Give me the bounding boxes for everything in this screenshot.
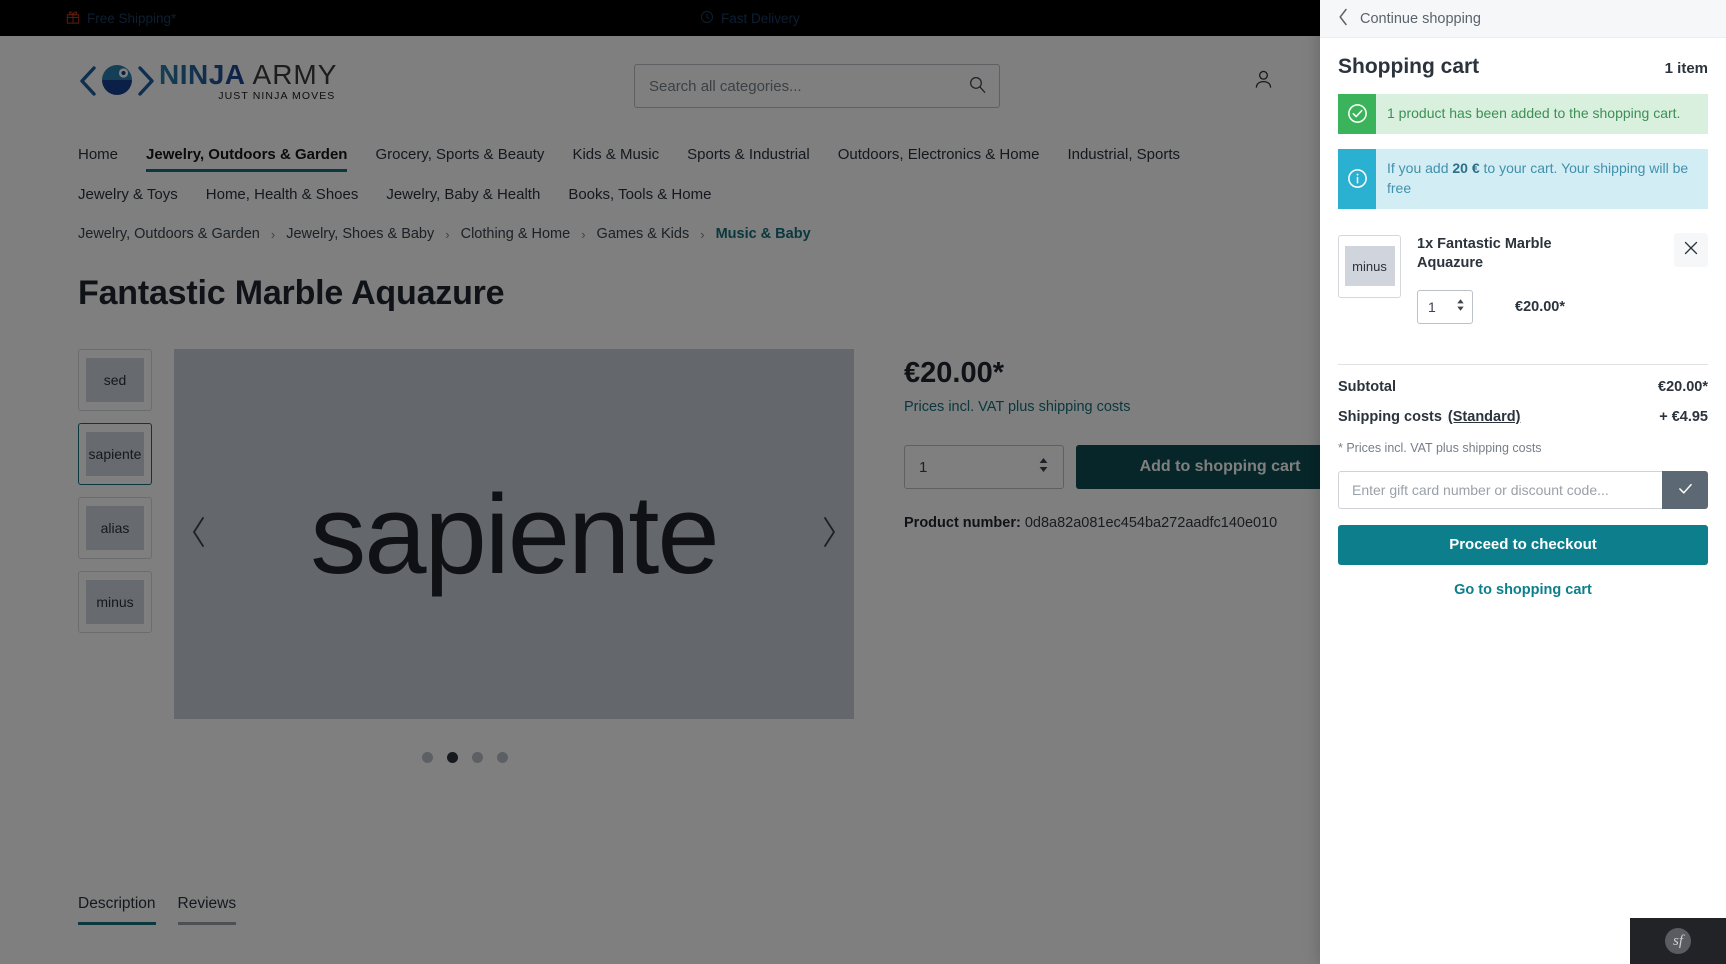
cart-info-text-bold: 20 €: [1452, 159, 1480, 176]
stepper-icon: [1456, 298, 1465, 315]
cart-vat-note: * Prices incl. VAT plus shipping costs: [1338, 440, 1542, 455]
cart-line-item: minus 1x Fantastic Marble Aquazure 1 €20…: [1338, 232, 1708, 324]
cart-item-remove-button[interactable]: [1674, 232, 1708, 267]
cart-shipping-value: + €4.95: [1659, 408, 1708, 425]
proceed-to-checkout-button[interactable]: Proceed to checkout: [1338, 524, 1708, 565]
cart-offcanvas: Continue shopping Shopping cart 1 item 1…: [1320, 0, 1726, 964]
cart-info-text-before: If you add: [1387, 159, 1453, 176]
cart-shipping-label: Shipping costs: [1338, 408, 1442, 425]
cart-item-quantity-value: 1: [1428, 298, 1436, 315]
app-root: Free Shipping* Fast Delivery: [0, 0, 1726, 964]
promo-code-row: [1338, 470, 1708, 509]
continue-shopping-label: Continue shopping: [1360, 10, 1481, 27]
dev-toolbar[interactable]: sf: [1630, 918, 1726, 964]
chevron-left-icon: [1338, 8, 1349, 30]
cart-info-alert: If you add 20 € to your cart. Your shipp…: [1338, 148, 1708, 209]
cart-body: Shopping cart 1 item 1 product has been …: [1320, 38, 1726, 598]
check-circle-icon: [1338, 94, 1376, 134]
cart-success-alert: 1 product has been added to the shopping…: [1338, 94, 1708, 134]
close-icon: [1683, 240, 1699, 259]
modal-backdrop[interactable]: [0, 0, 1320, 964]
cart-subtotal-label: Subtotal: [1338, 378, 1396, 395]
info-circle-icon: [1338, 148, 1376, 209]
cart-success-alert-text: 1 product has been added to the shopping…: [1376, 94, 1708, 134]
cart-item-count: 1 item: [1664, 60, 1708, 77]
cart-item-price: €20.00*: [1515, 298, 1565, 315]
cart-title: Shopping cart: [1338, 55, 1480, 78]
symfony-icon[interactable]: sf: [1665, 928, 1691, 954]
cart-item-controls: 1 €20.00*: [1417, 289, 1708, 324]
cart-summary-shipping: Shipping costs (Standard) + €4.95: [1338, 409, 1708, 425]
cart-divider: [1338, 363, 1708, 365]
go-to-shopping-cart-link[interactable]: Go to shopping cart: [1338, 582, 1708, 598]
promo-code-input[interactable]: [1338, 470, 1662, 509]
cart-info-alert-text: If you add 20 € to your cart. Your shipp…: [1376, 148, 1708, 209]
cart-summary-subtotal: Subtotal €20.00*: [1338, 379, 1708, 395]
cart-item-details: 1x Fantastic Marble Aquazure 1 €20.00*: [1417, 235, 1708, 324]
promo-code-submit-button[interactable]: [1662, 470, 1708, 509]
cart-item-thumbnail[interactable]: minus: [1338, 234, 1401, 298]
cart-item-thumbnail-label: minus: [1344, 246, 1395, 287]
check-icon: [1676, 479, 1695, 501]
cart-item-name[interactable]: 1x Fantastic Marble Aquazure: [1417, 235, 1587, 274]
cart-shipping-method-link[interactable]: (Standard): [1448, 409, 1521, 425]
continue-shopping-button[interactable]: Continue shopping: [1320, 0, 1726, 38]
cart-item-quantity-select[interactable]: 1: [1417, 289, 1473, 324]
cart-subtotal-value: €20.00*: [1658, 378, 1708, 395]
cart-header: Shopping cart 1 item: [1338, 55, 1708, 79]
